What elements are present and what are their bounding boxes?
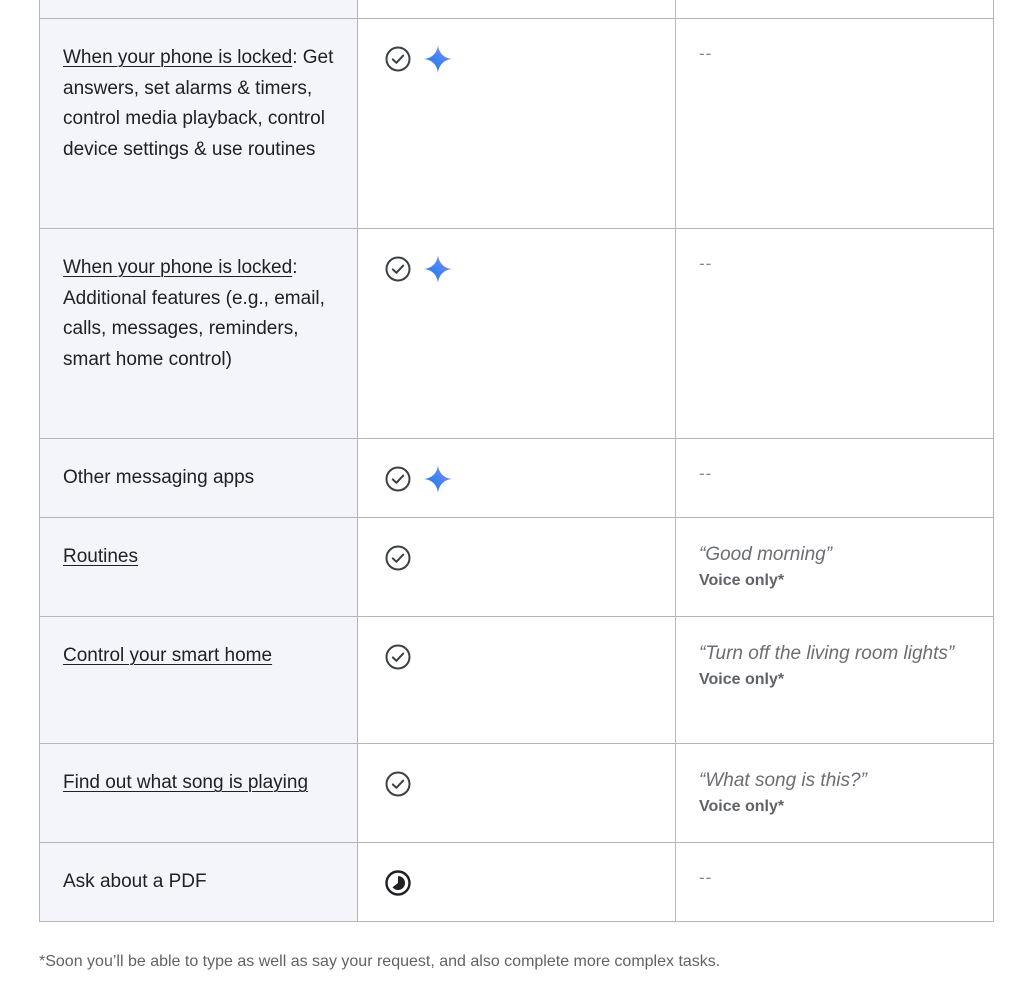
footnote: *Soon you’ll be able to type as well as … [39, 953, 721, 970]
example-quote: “Turn off the living room lights” [699, 643, 955, 664]
feature-cell: When your phone is locked: Additional fe… [39, 228, 358, 439]
not-applicable-dash: -- [699, 254, 713, 273]
feature-cell [39, 0, 358, 19]
feature-cell: Routines [39, 517, 358, 617]
voice-only-note: Voice only* [699, 798, 785, 815]
table-row: Find out what song is playing “What song… [39, 743, 994, 843]
check-circle-icon [384, 770, 412, 798]
feature-link[interactable]: When your phone is locked [63, 257, 292, 278]
example-cell: -- [675, 842, 994, 922]
feature-link-song[interactable]: Find out what song is playing [63, 772, 308, 793]
availability-cell [357, 517, 676, 617]
coming-soon-clock-icon [384, 869, 412, 897]
example-cell: “Good morning” Voice only* [675, 517, 994, 617]
availability-cell [357, 0, 676, 19]
example-quote: “What song is this?” [699, 770, 867, 791]
example-cell [675, 0, 994, 19]
table-row: Routines “Good morning” Voice only* [39, 517, 994, 617]
table-row: When your phone is locked: Additional fe… [39, 228, 994, 439]
example-cell: “What song is this?” Voice only* [675, 743, 994, 843]
example-cell: -- [675, 228, 994, 439]
example-quote: “Good morning” [699, 544, 833, 565]
feature-comparison-table: When your phone is locked: Get answers, … [39, 0, 994, 922]
not-applicable-dash: -- [699, 464, 713, 483]
voice-only-note: Voice only* [699, 671, 785, 688]
feature-cell: When your phone is locked: Get answers, … [39, 18, 358, 229]
feature-cell: Ask about a PDF [39, 842, 358, 922]
availability-cell [357, 18, 676, 229]
availability-cell [357, 842, 676, 922]
table-row: Control your smart home “Turn off the li… [39, 616, 994, 744]
feature-description: Other messaging apps [63, 467, 255, 488]
availability-cell [357, 438, 676, 518]
not-applicable-dash: -- [699, 44, 713, 63]
example-cell: -- [675, 18, 994, 229]
table-row: Other messaging apps -- [39, 438, 994, 518]
gemini-sparkle-icon [423, 464, 453, 494]
gemini-sparkle-icon [423, 44, 453, 74]
feature-description: Ask about a PDF [63, 871, 207, 892]
feature-cell: Find out what song is playing [39, 743, 358, 843]
check-circle-icon [384, 544, 412, 572]
check-circle-icon [384, 45, 412, 73]
feature-cell: Other messaging apps [39, 438, 358, 518]
not-applicable-dash: -- [699, 868, 713, 887]
example-cell: “Turn off the living room lights” Voice … [675, 616, 994, 744]
table-row: Ask about a PDF -- [39, 842, 994, 922]
feature-link-routines[interactable]: Routines [63, 546, 138, 567]
check-circle-icon [384, 465, 412, 493]
availability-cell [357, 616, 676, 744]
table-row [39, 0, 994, 19]
example-cell: -- [675, 438, 994, 518]
check-circle-icon [384, 255, 412, 283]
feature-cell: Control your smart home [39, 616, 358, 744]
feature-link-smart-home[interactable]: Control your smart home [63, 645, 272, 666]
availability-cell [357, 743, 676, 843]
availability-cell [357, 228, 676, 439]
table-row: When your phone is locked: Get answers, … [39, 18, 994, 229]
feature-link[interactable]: When your phone is locked [63, 47, 292, 68]
voice-only-note: Voice only* [699, 572, 785, 589]
check-circle-icon [384, 643, 412, 671]
gemini-sparkle-icon [423, 254, 453, 284]
